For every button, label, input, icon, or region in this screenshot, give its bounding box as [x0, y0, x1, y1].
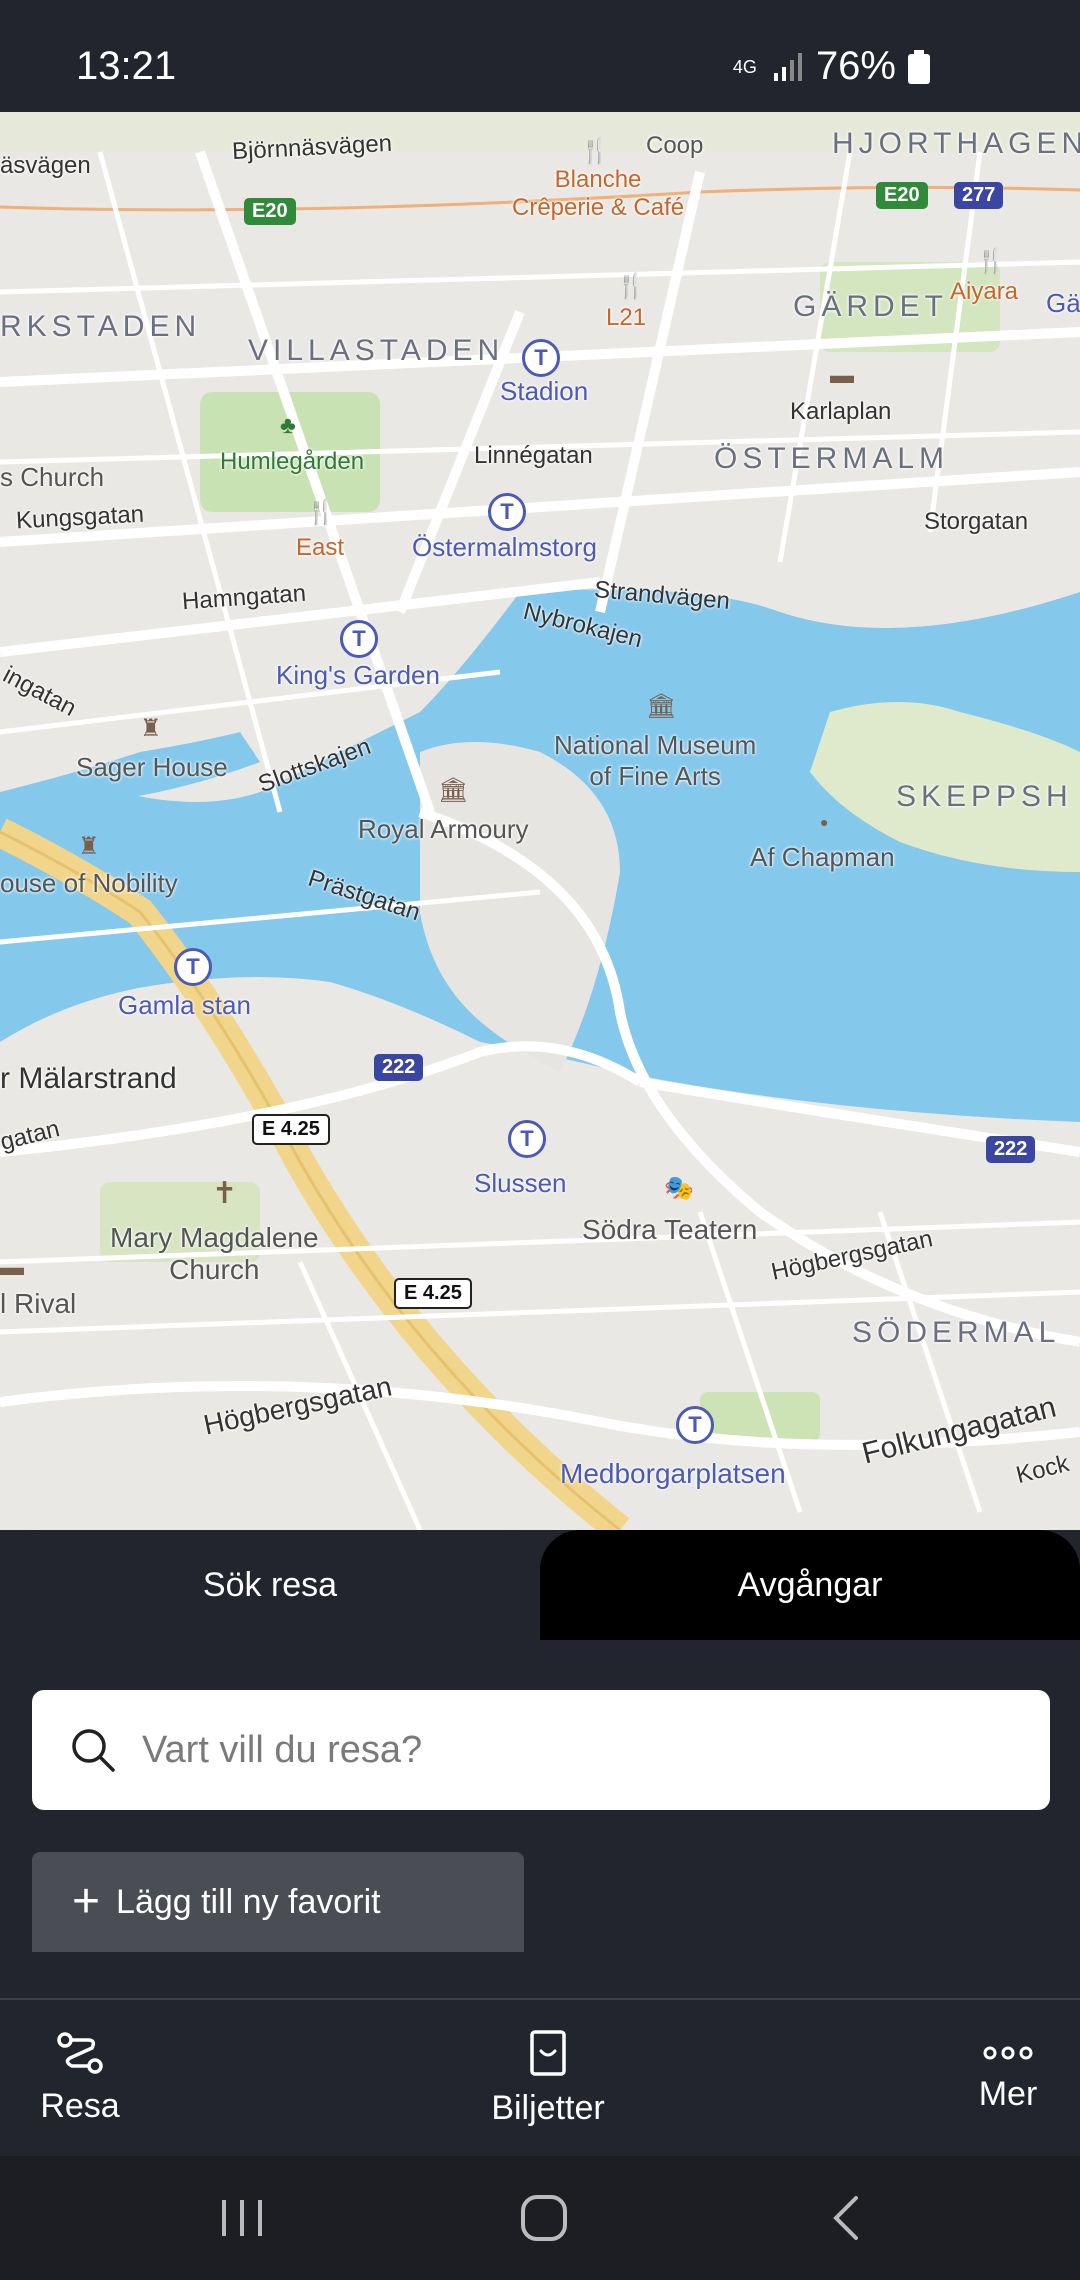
restaurant-icon[interactable]: 🍴 — [580, 137, 610, 166]
road-shield: E20 — [244, 198, 296, 225]
metro-station-label[interactable]: Slussen — [474, 1168, 567, 1199]
place-label[interactable]: Mary Magdalene Church — [110, 1222, 319, 1286]
recent-apps-icon — [222, 2200, 262, 2236]
bottom-nav: Resa Biljetter Mer — [0, 2000, 1080, 2156]
landmark-icon: ♜ — [78, 833, 100, 860]
place-label[interactable]: Sager House — [76, 752, 228, 783]
landmark-icon: ♜ — [140, 715, 162, 742]
recent-apps-button[interactable] — [182, 2186, 302, 2250]
metro-station-label[interactable]: Gamla stan — [118, 990, 251, 1021]
street-label: Linnégatan — [474, 442, 593, 469]
museum-icon: 🏛 — [438, 777, 469, 804]
system-nav-bar — [0, 2156, 1080, 2280]
place-label[interactable]: l Rival — [0, 1288, 76, 1320]
trip-panel: Sök resa Avgångar + Lägg till ny favorit — [0, 1530, 1080, 2000]
theatre-icon: 🎭 — [664, 1175, 694, 1202]
place-label[interactable]: Gär — [1046, 288, 1080, 319]
nav-label: Resa — [40, 2086, 120, 2125]
metro-station-icon[interactable]: T — [340, 620, 378, 658]
status-bar: 13:21 4G 76% — [0, 0, 1080, 112]
museum-icon: 🏛 — [646, 693, 677, 720]
place-label[interactable]: ouse of Nobility — [0, 868, 178, 899]
place-label[interactable]: National Museum of Fine Arts — [554, 730, 756, 792]
place-label[interactable]: Humlegården — [220, 448, 364, 476]
place-label[interactable]: Royal Armoury — [358, 814, 529, 845]
search-input[interactable] — [140, 1727, 994, 1773]
metro-station-label[interactable]: King's Garden — [276, 660, 440, 691]
signal-icon — [773, 52, 802, 81]
road-shield: E 4.25 — [394, 1278, 472, 1309]
district-label: GÄRDET — [793, 290, 949, 323]
tab-label: Sök resa — [202, 1565, 338, 1604]
network-type-icon: 4G — [732, 56, 757, 77]
metro-station-label[interactable]: Medborgarplatsen — [560, 1458, 786, 1490]
search-icon — [72, 1729, 115, 1772]
metro-station-icon[interactable]: T — [676, 1406, 714, 1444]
place-label[interactable]: L21 — [606, 304, 646, 332]
plus-icon: + — [72, 1875, 101, 1928]
status-time: 13:21 — [76, 44, 177, 88]
road-shield: E 4.25 — [252, 1114, 330, 1145]
street-label: äsvägen — [0, 152, 91, 179]
district-label: HJORTHAGEN — [832, 127, 1080, 160]
place-label[interactable]: Coop — [646, 132, 703, 160]
place-label[interactable]: s Church — [0, 462, 104, 493]
district-label: SÖDERMAL — [852, 1316, 1061, 1349]
status-icons: 4G 76% — [730, 44, 930, 89]
tab-label: Avgångar — [737, 1565, 883, 1604]
church-icon: ✝ — [212, 1177, 238, 1210]
metro-station-icon[interactable]: T — [488, 493, 526, 531]
back-icon — [833, 2196, 858, 2240]
road-shield: 222 — [986, 1136, 1036, 1163]
district-label: RKSTADEN — [0, 310, 202, 343]
metro-station-icon[interactable]: T — [508, 1120, 546, 1158]
district-label: SKEPPSH — [896, 780, 1073, 813]
metro-station-icon[interactable]: T — [174, 948, 212, 986]
tab-search-trip[interactable]: Sök resa — [0, 1530, 540, 1640]
nav-item-travel[interactable]: Resa — [16, 2000, 144, 2156]
battery-icon — [908, 49, 930, 84]
road-shield: 222 — [374, 1054, 424, 1081]
nav-label: Mer — [978, 2074, 1038, 2113]
restaurant-icon[interactable]: 🍴 — [306, 498, 336, 527]
route-icon — [57, 2031, 103, 2074]
nav-label: Biljetter — [491, 2088, 605, 2127]
place-label[interactable]: Södra Teatern — [582, 1214, 757, 1246]
nav-item-tickets[interactable]: Biljetter — [470, 2000, 626, 2156]
battery-level: 76% — [815, 44, 896, 88]
district-label: ÖSTERMALM — [714, 442, 950, 475]
location-dot-icon: ● — [820, 814, 829, 830]
nav-item-more[interactable]: Mer — [944, 2000, 1072, 2156]
restaurant-icon[interactable]: 🍴 — [976, 247, 1006, 276]
more-icon — [983, 2046, 1033, 2059]
metro-station-icon[interactable]: T — [522, 339, 560, 377]
place-label[interactable]: Af Chapman — [750, 842, 895, 873]
place-label[interactable]: Aiyara — [950, 278, 1018, 306]
destination-search[interactable] — [32, 1690, 1050, 1810]
metro-station-label[interactable]: Stadion — [500, 376, 588, 407]
restaurant-icon[interactable]: 🍴 — [616, 272, 646, 301]
hotel-icon: ▬ — [0, 1254, 24, 1281]
street-label: r Mälarstrand — [0, 1062, 177, 1095]
metro-station-label[interactable]: Östermalmstorg — [412, 532, 597, 563]
add-favorite-button[interactable]: + Lägg till ny favorit — [32, 1852, 524, 1952]
home-button[interactable] — [484, 2186, 604, 2250]
place-label[interactable]: East — [296, 534, 344, 562]
street-label: Storgatan — [924, 508, 1029, 535]
road-shield: E20 — [876, 182, 928, 209]
place-label[interactable]: Blanche Crêperie & Café — [512, 166, 684, 222]
map-view[interactable]: HJORTHAGEN GÄRDET VILLASTADEN ÖSTERMALM … — [0, 112, 1080, 1530]
place-label[interactable]: Karlaplan — [790, 398, 891, 426]
add-favorite-label: Lägg till ny favorit — [116, 1882, 381, 1921]
home-icon — [521, 2195, 567, 2241]
road-shield: 277 — [954, 182, 1004, 209]
station-icon: ▬ — [830, 362, 854, 389]
district-label: VILLASTADEN — [248, 334, 505, 367]
back-button[interactable] — [786, 2186, 906, 2250]
park-icon: ♣ — [280, 412, 296, 439]
tab-departures[interactable]: Avgångar — [540, 1530, 1080, 1640]
ticket-icon — [530, 2029, 566, 2076]
